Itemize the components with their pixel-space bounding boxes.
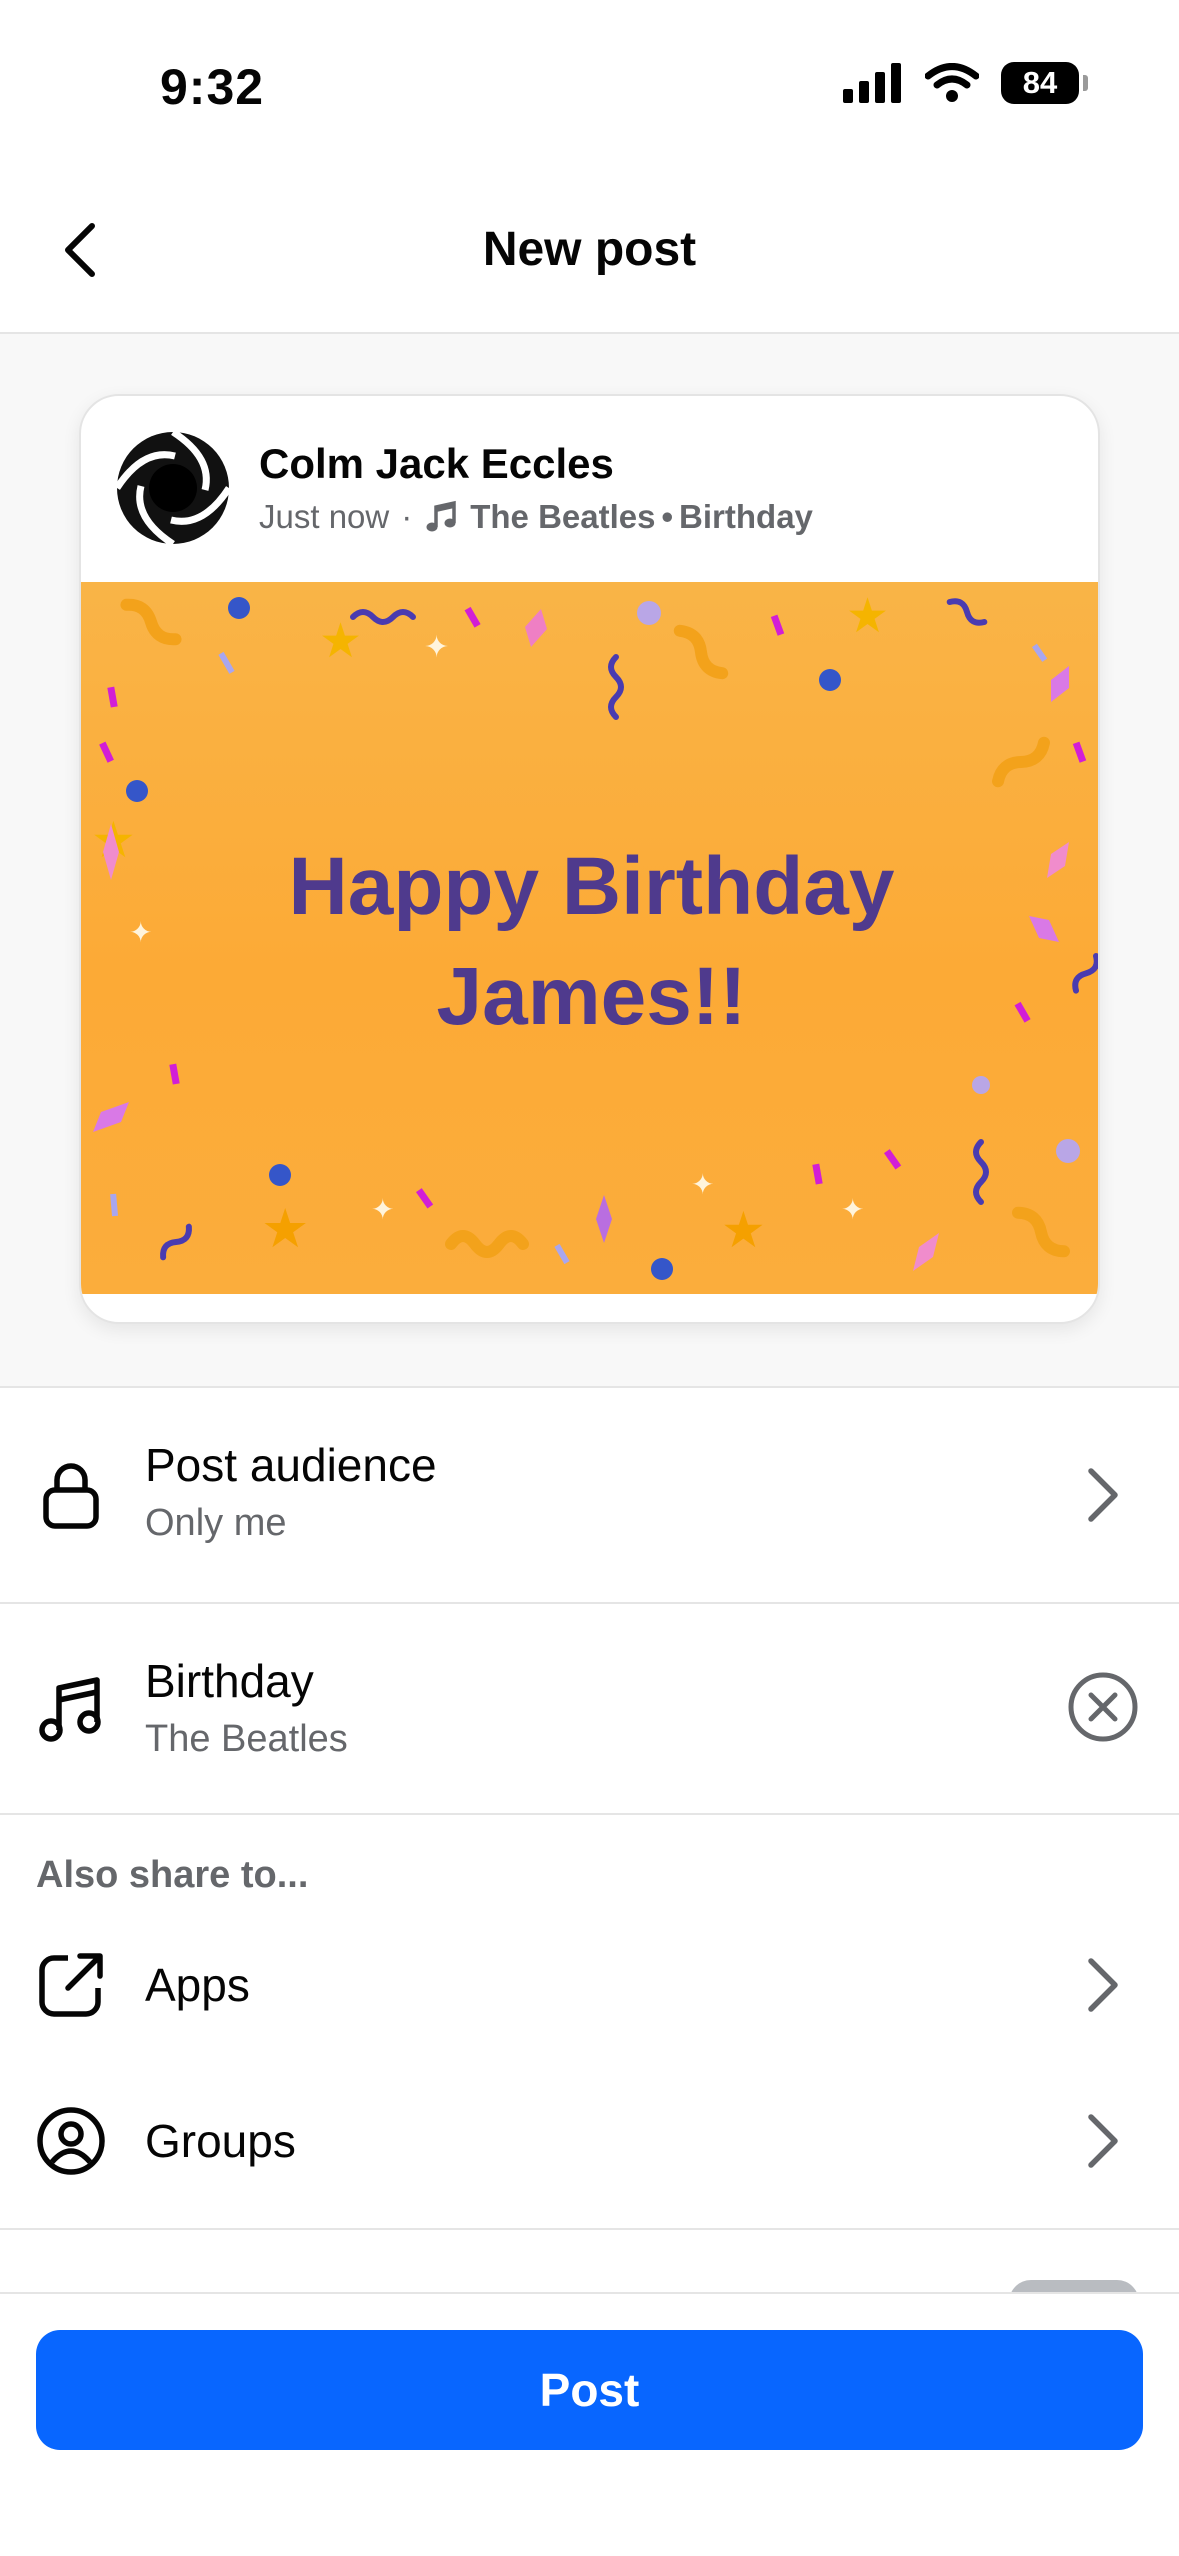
footer: Post [0, 2292, 1179, 2556]
svg-text:✦: ✦ [691, 1168, 714, 1201]
banner-message: Happy Birthday James!! [81, 832, 1098, 1052]
birthday-banner: ★ ★ ★ ★ ★ ✦ ✦ ✦ ✦ ✦ [81, 582, 1098, 1294]
battery-level: 84 [1022, 65, 1058, 100]
banner-line-1: Happy Birthday [288, 841, 895, 932]
post-audience-row[interactable]: Post audience Only me [0, 1388, 1179, 1602]
status-icons: 84 [843, 62, 1088, 104]
post-preview-area: Colm Jack Eccles Just now · The Beatles … [0, 334, 1179, 1388]
share-groups-label: Groups [145, 2115, 296, 2167]
post-audience-title: Post audience [145, 1439, 437, 1491]
svg-text:✦: ✦ [424, 630, 449, 665]
share-external-icon [36, 1950, 106, 2020]
header: New post [0, 170, 1179, 334]
music-title: Birthday [145, 1655, 314, 1707]
divider [0, 1813, 1179, 1815]
also-share-label: Also share to... [36, 1854, 309, 1896]
chevron-right-icon [1063, 1945, 1143, 2025]
divider [0, 2228, 1179, 2230]
post-time: Just now [259, 498, 390, 535]
status-bar: 9:32 84 [0, 0, 1179, 170]
post-author: Colm Jack Eccles [259, 440, 614, 487]
share-apps-row[interactable]: Apps [0, 1930, 1179, 2040]
song-dot: • [661, 498, 674, 535]
battery-indicator: 84 [1001, 62, 1088, 104]
remove-music-button[interactable] [1063, 1667, 1143, 1747]
post-preview-card: Colm Jack Eccles Just now · The Beatles … [79, 394, 1100, 1324]
page-title: New post [482, 223, 697, 276]
song-artist: The Beatles [470, 498, 656, 535]
chevron-right-icon [1063, 1455, 1143, 1535]
svg-text:★: ★ [261, 1197, 309, 1260]
share-groups-row[interactable]: Groups [0, 2086, 1179, 2196]
svg-text:✦: ✦ [371, 1193, 394, 1226]
wifi-icon [925, 63, 979, 102]
music-row: Birthday The Beatles [0, 1604, 1179, 1814]
avatar [113, 428, 233, 548]
lock-icon [36, 1460, 106, 1530]
groups-icon [36, 2106, 106, 2176]
meta-separator: · [401, 498, 413, 535]
svg-text:★: ★ [721, 1201, 766, 1259]
music-note-small-icon [426, 500, 456, 532]
post-button[interactable]: Post [36, 2330, 1143, 2450]
svg-text:★: ★ [319, 613, 362, 669]
post-preview-header: Colm Jack Eccles Just now · The Beatles … [81, 396, 1098, 582]
song-title: Birthday [679, 498, 813, 535]
post-meta: Just now · The Beatles • Birthday [259, 498, 813, 536]
close-circle-icon [1068, 1672, 1138, 1742]
chevron-right-icon [1063, 2101, 1143, 2181]
svg-text:★: ★ [846, 588, 889, 644]
music-artist: The Beatles [145, 1718, 348, 1760]
cellular-signal-icon [843, 63, 901, 103]
status-time: 9:32 [160, 59, 265, 115]
post-audience-value: Only me [145, 1502, 287, 1544]
share-apps-label: Apps [145, 1959, 250, 2011]
music-note-icon [36, 1674, 106, 1744]
banner-line-2: James!! [436, 951, 747, 1042]
svg-text:✦: ✦ [841, 1193, 864, 1226]
